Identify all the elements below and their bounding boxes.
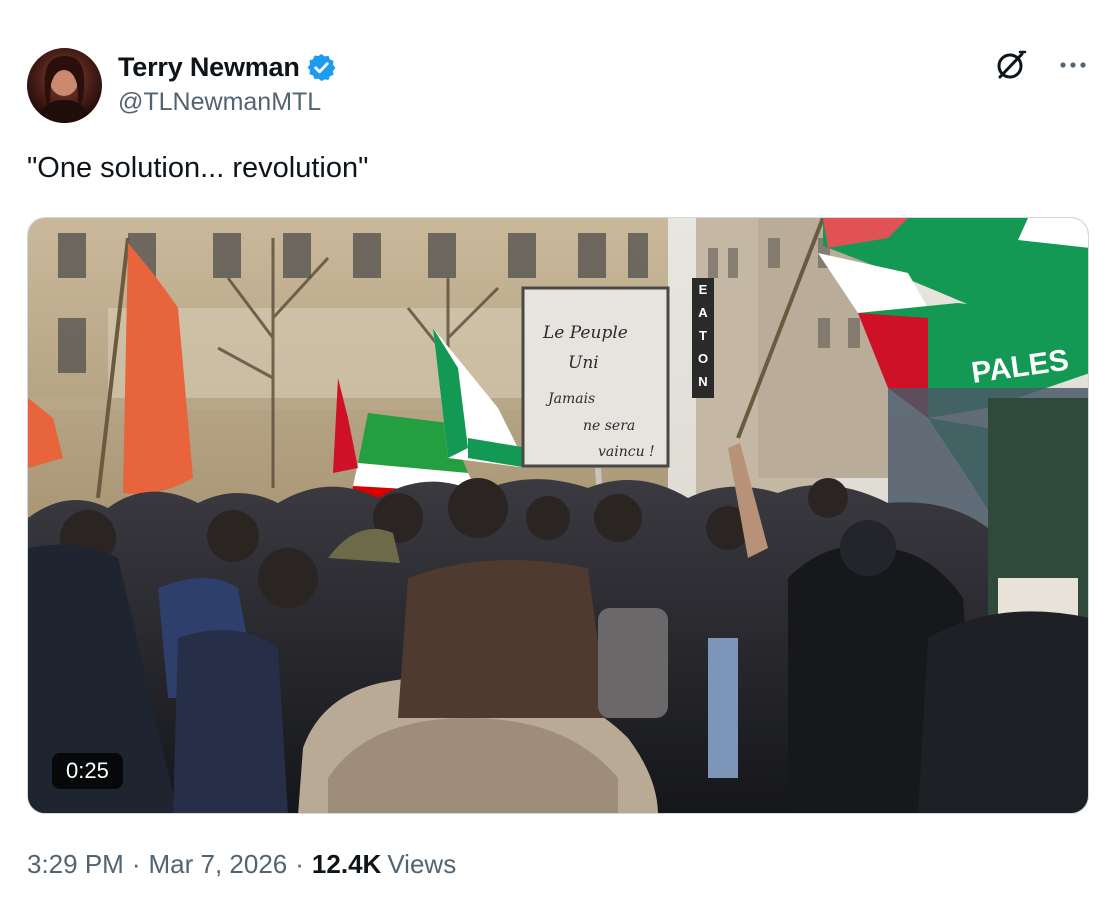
tweet-card: Terry Newman @TLNewmanMTL "One solution.… — [0, 0, 1116, 908]
tweet-text: "One solution... revolution" — [27, 152, 369, 184]
storefront-letter: N — [698, 374, 707, 389]
tweet-meta: 3:29 PM · Mar 7, 2026 · 12.4K Views — [27, 849, 456, 880]
avatar[interactable] — [27, 48, 102, 123]
views-count: 12.4K — [311, 849, 382, 879]
sign-line: Jamais — [545, 391, 595, 407]
tweet-time[interactable]: 3:29 PM — [27, 849, 124, 880]
verified-badge-icon[interactable] — [306, 52, 337, 83]
more-icon[interactable] — [1058, 50, 1088, 80]
author-handle[interactable]: @TLNewmanMTL — [118, 88, 337, 117]
storefront-letter: A — [698, 305, 708, 320]
views-label: Views — [387, 849, 457, 879]
meta-separator: · — [295, 849, 304, 879]
video-player[interactable]: E A T O N Le Peuple Uni Jamais ne sera v… — [27, 217, 1089, 814]
sign-line: Le Peuple — [542, 323, 628, 343]
storefront-letter: T — [699, 328, 707, 343]
grok-icon[interactable] — [994, 48, 1028, 82]
tweet-actions — [994, 48, 1088, 82]
storefront-letter: E — [699, 282, 708, 297]
sign-line: Uni — [568, 353, 599, 373]
video-frame: E A T O N Le Peuple Uni Jamais ne sera v… — [28, 218, 1088, 813]
tweet-date[interactable]: Mar 7, 2026 — [149, 849, 288, 880]
video-duration-badge: 0:25 — [52, 753, 123, 789]
author-block: Terry Newman @TLNewmanMTL — [118, 50, 337, 117]
storefront-letter: O — [698, 351, 708, 366]
sign-line: ne sera — [583, 418, 635, 434]
author-display-name[interactable]: Terry Newman — [118, 52, 300, 83]
sign-line: vaincu ! — [598, 444, 655, 460]
meta-separator: · — [131, 849, 141, 879]
